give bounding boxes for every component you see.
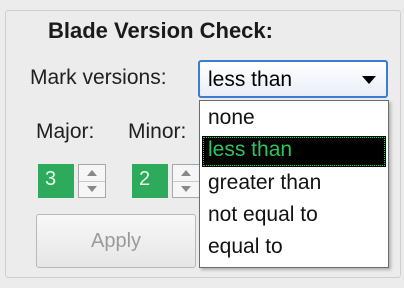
- option-less-than[interactable]: less than: [202, 136, 386, 167]
- major-label: Major:: [36, 120, 95, 143]
- minor-spin-buttons: [172, 164, 200, 198]
- chevron-down-icon[interactable]: [362, 76, 376, 84]
- option-equal-to[interactable]: equal to: [202, 233, 386, 264]
- option-not-equal-to[interactable]: not equal to: [202, 201, 386, 232]
- major-spinbox[interactable]: 3: [38, 164, 110, 198]
- minor-value[interactable]: 2: [132, 164, 168, 198]
- minor-spinbox[interactable]: 2: [132, 164, 204, 198]
- option-greater-than[interactable]: greater than: [202, 169, 386, 200]
- apply-button[interactable]: Apply: [36, 214, 196, 268]
- major-decrement-button[interactable]: [79, 181, 105, 197]
- group-title: Blade Version Check:: [40, 18, 281, 44]
- major-spin-buttons: [78, 164, 106, 198]
- option-none[interactable]: none: [202, 104, 386, 135]
- mark-versions-dropdown-list: none less than greater than not equal to…: [199, 100, 389, 268]
- arrow-down-icon: [87, 186, 97, 192]
- minor-label: Minor:: [128, 120, 187, 143]
- blade-version-check-panel: Blade Version Check: Mark versions: less…: [0, 0, 404, 288]
- combobox-selected-value: less than: [208, 68, 293, 91]
- minor-increment-button[interactable]: [173, 165, 199, 182]
- major-value[interactable]: 3: [38, 164, 74, 198]
- arrow-up-icon: [181, 170, 191, 176]
- minor-decrement-button[interactable]: [173, 181, 199, 197]
- arrow-up-icon: [87, 170, 97, 176]
- arrow-down-icon: [181, 186, 191, 192]
- mark-versions-label: Mark versions:: [30, 66, 167, 89]
- major-increment-button[interactable]: [79, 165, 105, 182]
- mark-versions-combobox[interactable]: less than: [198, 60, 388, 98]
